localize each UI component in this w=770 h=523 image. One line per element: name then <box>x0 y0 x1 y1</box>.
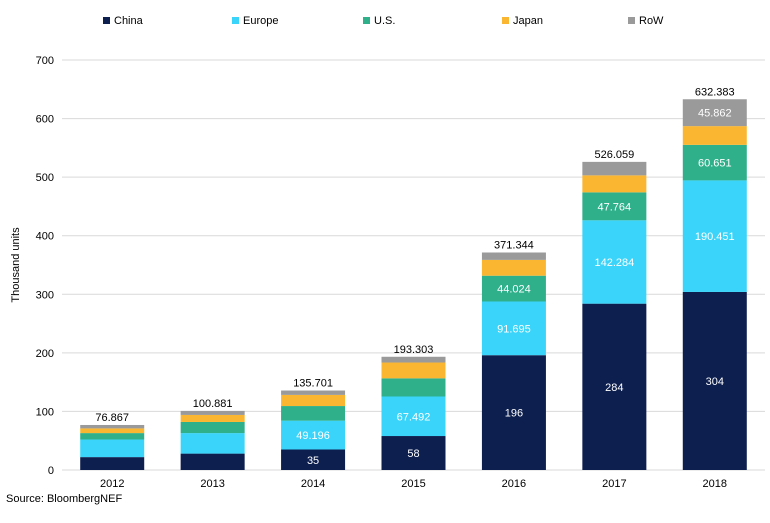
legend-swatch-japan <box>502 17 509 24</box>
bar-total-label: 193.303 <box>394 344 434 356</box>
data-label: 196 <box>505 408 523 420</box>
bar-segment-europe-2012 <box>80 439 145 458</box>
legend-label: China <box>114 15 144 27</box>
bar-total-label: 76.867 <box>95 412 129 424</box>
y-tick-label: 300 <box>36 289 54 301</box>
bar-segment-row-2017 <box>582 161 647 176</box>
data-label: 284 <box>605 382 623 394</box>
bar-total-label: 632.383 <box>695 86 735 98</box>
data-label: 49.196 <box>296 430 330 442</box>
y-tick-label: 500 <box>36 172 54 184</box>
bar-segment-japan-2014 <box>281 394 346 407</box>
bar-total-label: 526.059 <box>594 149 634 161</box>
bar-total-label: 371.344 <box>494 239 534 251</box>
x-tick-label: 2016 <box>502 478 526 490</box>
y-axis-title: Thousand units <box>10 227 22 303</box>
legend-label: U.S. <box>374 15 395 27</box>
bar-segment-china-2012 <box>80 457 145 470</box>
legend-label: RoW <box>639 15 664 27</box>
y-tick-label: 400 <box>36 231 54 243</box>
bar-segment-china-2013 <box>180 453 245 470</box>
x-tick-label: 2013 <box>200 478 224 490</box>
bar-segment-row-2015 <box>381 356 446 363</box>
bar-segment-japan-2017 <box>582 175 647 193</box>
y-tick-label: 600 <box>36 114 54 126</box>
bar-segment-u-s-2015 <box>381 378 446 397</box>
x-tick-label: 2014 <box>301 478 325 490</box>
bar-segment-japan-2015 <box>381 362 446 379</box>
data-label: 45.862 <box>698 108 732 120</box>
y-tick-label: 700 <box>36 55 54 67</box>
bar-segment-u-s-2012 <box>80 433 145 440</box>
y-tick-label: 0 <box>48 465 54 477</box>
bar-total-label: 135.701 <box>293 378 333 390</box>
bar-segment-row-2016 <box>481 252 546 260</box>
data-label: 142.284 <box>594 257 634 269</box>
bar-segment-europe-2013 <box>180 433 245 454</box>
x-tick-label: 2017 <box>602 478 626 490</box>
legend-swatch-row <box>628 17 635 24</box>
data-label: 91.695 <box>497 323 531 335</box>
source-note: Source: BloombergNEF <box>6 493 123 505</box>
data-label: 60.651 <box>698 158 732 170</box>
data-label: 304 <box>706 376 724 388</box>
y-tick-label: 100 <box>36 406 54 418</box>
bar-segment-japan-2012 <box>80 428 145 434</box>
data-label: 35 <box>307 455 319 467</box>
bar-segment-u-s-2013 <box>180 421 245 434</box>
data-label: 44.024 <box>497 284 531 296</box>
bar-segment-u-s-2014 <box>281 406 346 421</box>
y-tick-label: 200 <box>36 348 54 360</box>
chart-container: 0 100 200 300 400 500 600 700 Thousand units 2012… <box>0 0 770 518</box>
bar-segment-japan-2018 <box>682 126 747 145</box>
legend-swatch-china <box>103 17 110 24</box>
data-label: 190.451 <box>695 231 735 243</box>
stacked-bar-chart: 0 100 200 300 400 500 600 700 Thousand units 2012… <box>10 15 765 490</box>
data-label: 47.764 <box>598 201 632 213</box>
bar-segment-japan-2016 <box>481 259 546 276</box>
legend-label: Japan <box>513 15 543 27</box>
bar-segment-japan-2013 <box>180 414 245 422</box>
legend-swatch-europe <box>232 17 239 24</box>
bar-segment-row-2013 <box>180 410 245 415</box>
bar-segment-row-2012 <box>80 424 145 429</box>
data-label: 67.492 <box>397 411 431 423</box>
legend-label: Europe <box>243 15 278 27</box>
bar-total-label: 100.881 <box>193 398 233 410</box>
data-label: 58 <box>407 448 419 460</box>
bar-segment-row-2014 <box>281 390 346 395</box>
x-tick-label: 2015 <box>401 478 425 490</box>
legend-swatch-u-s <box>363 17 370 24</box>
x-tick-label: 2012 <box>100 478 124 490</box>
x-tick-label: 2018 <box>703 478 727 490</box>
